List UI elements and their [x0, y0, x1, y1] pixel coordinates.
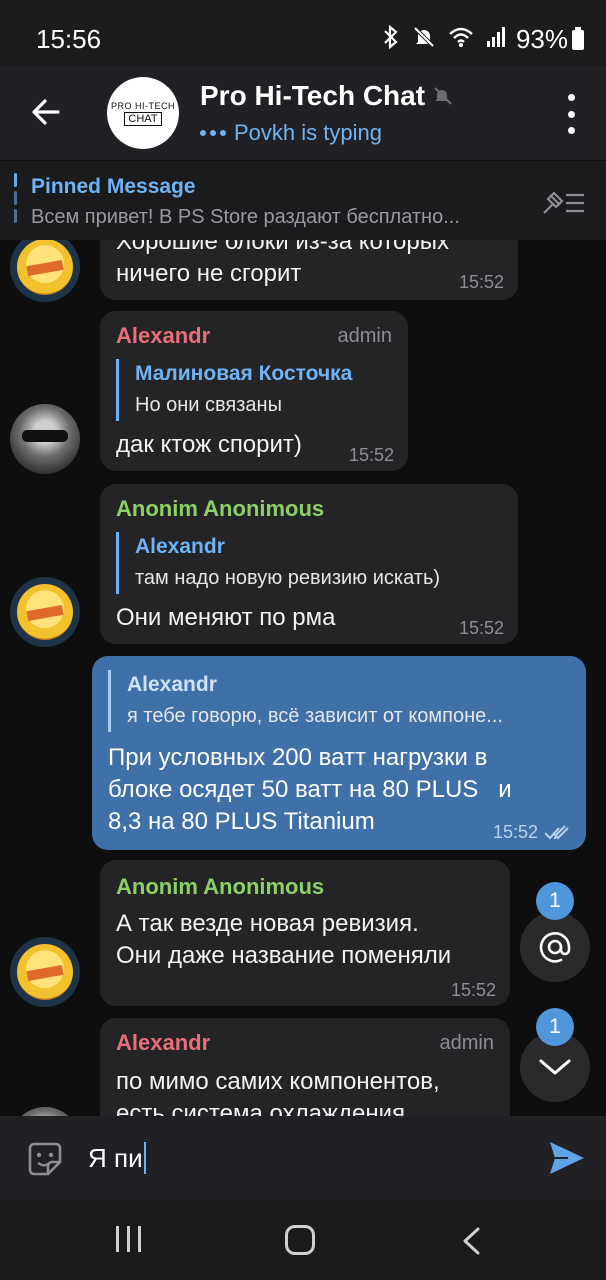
at-sign-icon: [539, 932, 571, 963]
reply-name: Alexandr: [127, 673, 217, 696]
back-arrow-icon[interactable]: [26, 92, 66, 132]
sender-name[interactable]: Anonim Anonimous: [116, 496, 324, 522]
message-text: Они меняют по рма: [116, 604, 336, 631]
sender-name[interactable]: Alexandr: [116, 323, 210, 349]
status-bar: 15:56 93%: [0, 0, 606, 66]
message-time: 15:52: [458, 618, 504, 638]
chat-title[interactable]: Pro Hi-Tech Chat: [200, 80, 453, 112]
reply-text: я тебе говорю, всё зависит от компоне...: [127, 705, 503, 727]
bluetooth-icon: [384, 25, 398, 49]
message-text: При условных 200 ватт нагрузки в блоке о…: [108, 744, 512, 835]
signal-icon: [487, 27, 505, 47]
avatar-line-1: PRO HI-TECH: [111, 100, 175, 111]
message-text: дак ктож спорит): [116, 431, 302, 458]
more-options-icon[interactable]: [566, 94, 576, 134]
sticker-emoji-icon[interactable]: [24, 1138, 66, 1180]
message-time-text: 15:52: [492, 822, 538, 842]
double-check-icon: [544, 824, 569, 839]
avatar[interactable]: [10, 404, 80, 474]
sender-name[interactable]: Anonim Anonimous: [116, 874, 324, 900]
recent-apps-icon[interactable]: [116, 1226, 141, 1252]
chevron-down-icon: [539, 1059, 571, 1075]
admin-badge: admin: [337, 325, 392, 347]
admin-badge: admin: [439, 1032, 494, 1054]
message-bubble[interactable]: Хорошие блоки из-за которых ничего не сг…: [100, 240, 518, 300]
chat-header: PRO HI-TECH CHAT Pro Hi-Tech Chat Povkh …: [0, 66, 606, 160]
sender-name[interactable]: Alexandr: [116, 1030, 210, 1056]
message-time: 15:52: [450, 980, 496, 1000]
muted-icon: [434, 87, 452, 105]
message-time: 15:52: [458, 272, 504, 292]
message-bubble[interactable]: Anonim Anonimous А так везде новая ревиз…: [100, 860, 510, 1006]
typing-text: Povkh is typing: [234, 120, 382, 145]
status-time: 15:56: [36, 24, 102, 54]
pinned-title: Pinned Message: [31, 175, 196, 198]
reply-text: там надо новую ревизию искать): [135, 567, 441, 589]
wifi-icon: [449, 27, 473, 47]
battery-icon: [572, 26, 584, 50]
avatar[interactable]: [10, 577, 80, 647]
avatar[interactable]: [10, 1107, 80, 1116]
message-bubble[interactable]: Alexandr admin Малиновая Косточка Но они…: [100, 311, 408, 471]
message-bubble[interactable]: Anonim Anonimous Alexandr там надо новую…: [100, 484, 518, 644]
reply-text: Но они связаны: [135, 394, 282, 416]
typing-status: Povkh is typing: [200, 120, 382, 146]
message-text: А так везде новая ревизия. Они даже назв…: [116, 910, 452, 969]
message-list[interactable]: Хорошие блоки из-за которых ничего не сг…: [0, 240, 606, 1116]
pinned-indicator: [14, 173, 17, 229]
chat-avatar[interactable]: PRO HI-TECH CHAT: [107, 77, 179, 149]
avatar[interactable]: [10, 240, 80, 302]
status-icons: [382, 25, 506, 49]
mute-icon: [413, 26, 435, 48]
reply-quote[interactable]: Малиновая Косточка Но они связаны: [116, 359, 376, 421]
unread-count-badge: 1: [536, 1008, 574, 1046]
chat-title-text: Pro Hi-Tech Chat: [200, 80, 426, 111]
reply-name: Малиновая Косточка: [135, 362, 353, 385]
home-icon[interactable]: [285, 1225, 315, 1255]
message-bubble[interactable]: Alexandr admin по мимо самих компонентов…: [100, 1018, 510, 1116]
message-text: Хорошие блоки из-за которых ничего не сг…: [116, 240, 449, 287]
typing-dots-icon: [200, 130, 226, 136]
message-input[interactable]: Я пи: [88, 1142, 146, 1174]
battery-percent: 93%: [515, 24, 568, 54]
pinned-message-bar[interactable]: Pinned Message Всем привет! В PS Store р…: [0, 160, 606, 240]
message-time: 15:52: [493, 822, 572, 843]
nav-back-icon[interactable]: [460, 1226, 482, 1256]
reply-quote[interactable]: Alexandr я тебе говорю, всё зависит от к…: [108, 670, 560, 732]
outgoing-message-bubble[interactable]: Alexandr я тебе говорю, всё зависит от к…: [92, 656, 586, 850]
message-input-value: Я пи: [88, 1142, 143, 1173]
pin-list-icon[interactable]: [540, 187, 586, 217]
send-icon[interactable]: [548, 1140, 586, 1176]
mentions-button[interactable]: [520, 912, 590, 982]
pinned-text: Всем привет! В PS Store раздают бесплатн…: [31, 206, 460, 228]
reply-quote[interactable]: Alexandr там надо новую ревизию искать): [116, 532, 502, 594]
system-nav-bar: [0, 1200, 606, 1280]
message-time: 15:52: [348, 445, 394, 465]
text-caret: [143, 1142, 146, 1174]
avatar[interactable]: [10, 937, 80, 1007]
mentions-count-badge: 1: [536, 882, 574, 920]
avatar-line-2: CHAT: [124, 111, 162, 126]
message-composer: Я пи: [0, 1116, 606, 1200]
message-text: по мимо самих компонентов, есть система …: [116, 1068, 440, 1116]
reply-name: Alexandr: [135, 535, 225, 558]
